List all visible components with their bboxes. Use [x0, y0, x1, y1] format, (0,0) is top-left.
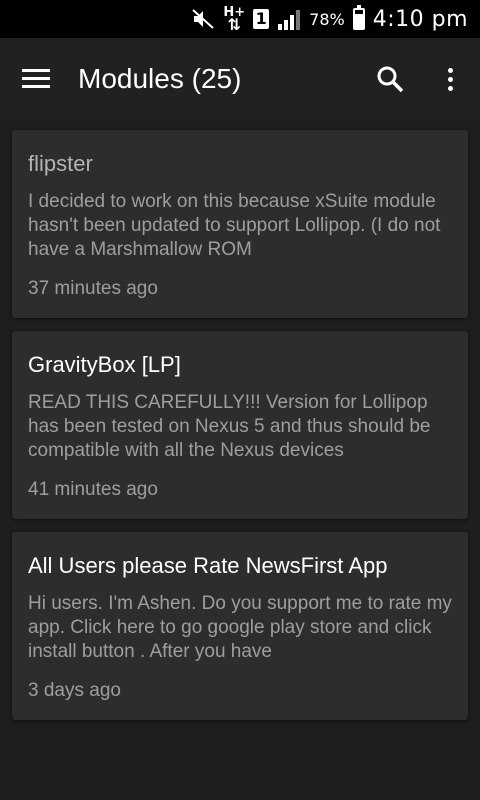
module-description: READ THIS CAREFULLY!!! Version for Lolli… [28, 392, 431, 461]
module-description: I decided to work on this because xSuite… [28, 191, 441, 260]
status-icons: H+ ⇅ 1 78% 4:10 pm [191, 0, 468, 38]
menu-button[interactable] [0, 38, 72, 120]
module-title: GravityBox [LP] [28, 352, 181, 377]
module-timestamp: 41 minutes ago [28, 479, 158, 500]
module-timestamp: 3 days ago [28, 680, 121, 701]
app-bar: Modules (25) [0, 38, 480, 120]
clock: 4:10 pm [372, 6, 468, 32]
search-button[interactable] [360, 38, 420, 120]
search-icon [377, 66, 404, 93]
network-type-indicator: H+ ⇅ [223, 6, 245, 34]
menu-icon [22, 69, 50, 89]
more-vert-icon [447, 67, 453, 91]
module-list: flipster I decided to work on this becau… [12, 130, 468, 733]
module-card[interactable]: flipster I decided to work on this becau… [12, 130, 468, 318]
signal-icon [278, 10, 301, 30]
module-card[interactable]: GravityBox [LP] READ THIS CAREFULLY!!! V… [12, 331, 468, 519]
page-title: Modules (25) [78, 63, 242, 94]
sim-indicator: 1 [253, 9, 270, 29]
more-options-button[interactable] [420, 38, 480, 120]
battery-fill [354, 13, 363, 28]
module-title: flipster [28, 151, 93, 176]
module-timestamp: 37 minutes ago [28, 278, 158, 299]
battery-icon [352, 5, 365, 30]
battery-percent: 78% [309, 9, 345, 29]
module-description: Hi users. I'm Ashen. Do you support me t… [28, 593, 452, 662]
status-bar: H+ ⇅ 1 78% 4:10 pm [0, 0, 480, 38]
data-arrows-icon: ⇅ [227, 15, 241, 34]
module-card[interactable]: All Users please Rate NewsFirst App Hi u… [12, 532, 468, 720]
module-title: All Users please Rate NewsFirst App [28, 553, 388, 578]
mute-icon [192, 9, 215, 29]
